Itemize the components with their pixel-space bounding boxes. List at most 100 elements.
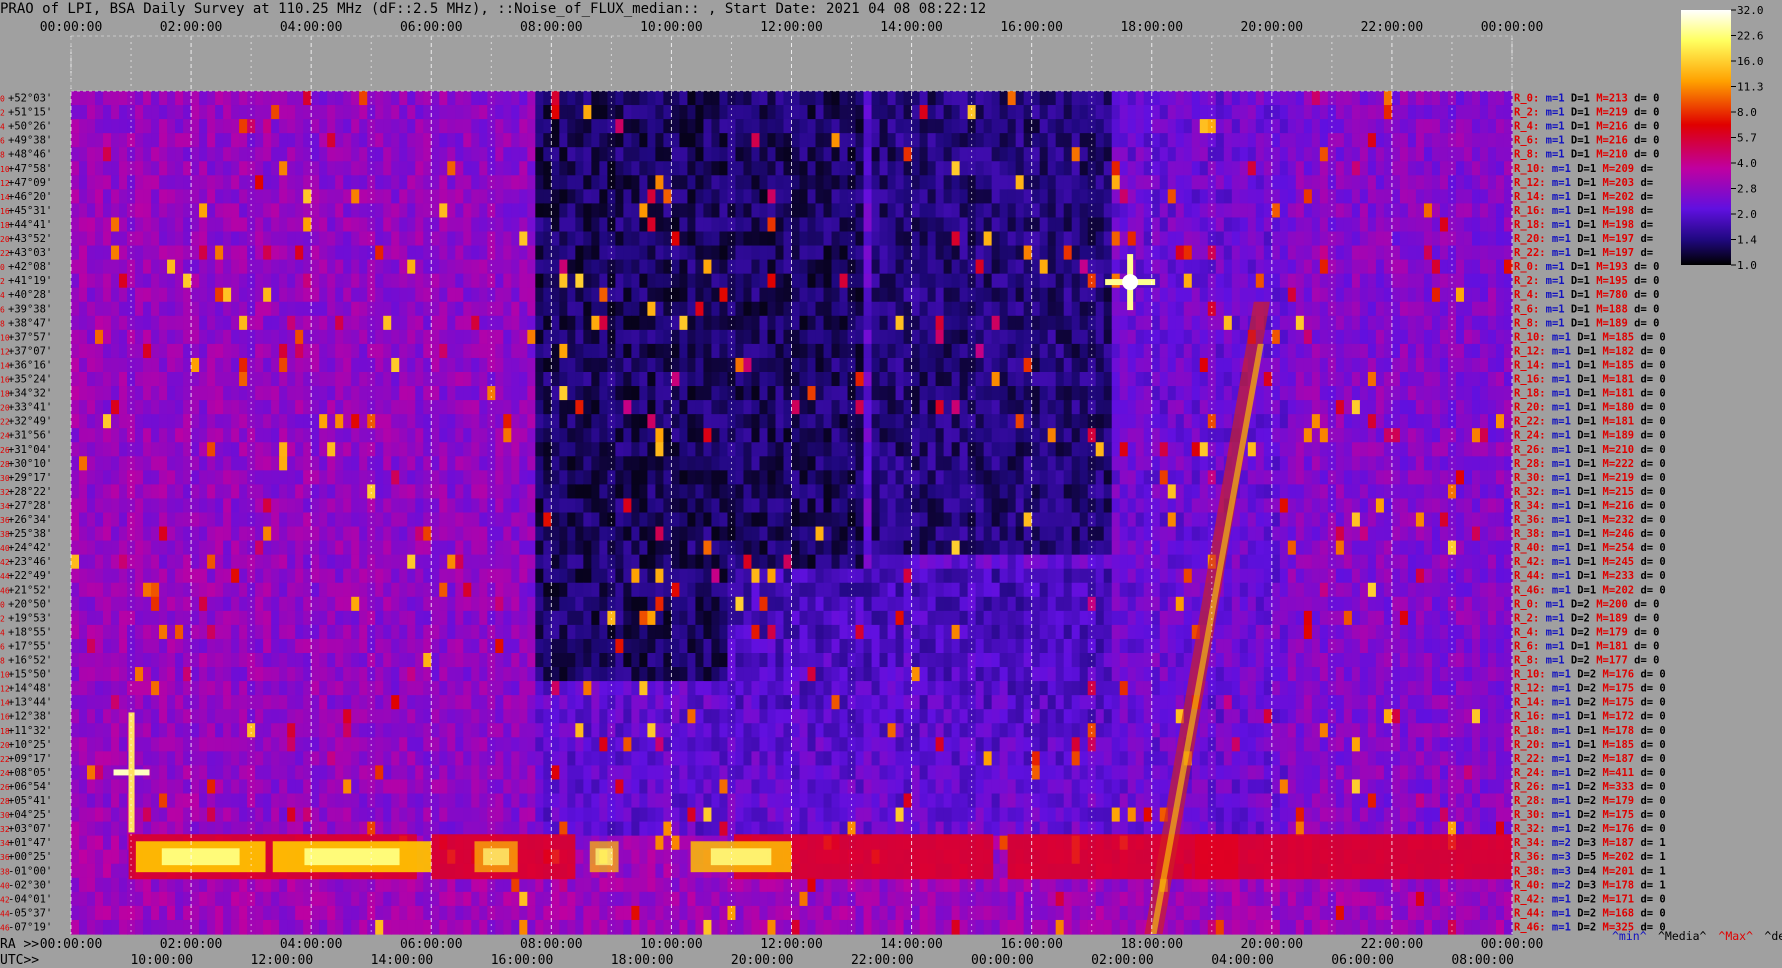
heatmap-cell xyxy=(1295,175,1305,190)
heatmap-cell xyxy=(239,273,248,289)
heatmap-cell xyxy=(1375,287,1385,303)
heatmap-cell xyxy=(1119,133,1129,148)
heatmap-cell xyxy=(503,245,512,261)
heatmap-cell xyxy=(1143,245,1153,261)
heatmap-cell xyxy=(399,470,408,485)
heatmap-cell xyxy=(1159,175,1169,190)
heatmap-cell xyxy=(383,119,392,134)
heatmap-cell xyxy=(1319,287,1329,303)
heatmap-cell xyxy=(1007,147,1017,162)
heatmap-cell xyxy=(631,273,640,289)
heatmap-cell xyxy=(127,105,136,120)
heatmap-cell xyxy=(119,217,128,233)
heatmap-cell xyxy=(1455,133,1465,148)
heatmap-cell xyxy=(767,91,777,106)
heatmap-cell xyxy=(159,273,168,289)
heatmap-cell xyxy=(1071,386,1081,401)
heatmap-cell xyxy=(479,456,488,471)
heatmap-cell xyxy=(231,343,240,359)
heatmap-cell xyxy=(143,400,152,415)
heatmap-cell xyxy=(903,189,913,204)
heatmap-cell xyxy=(1191,428,1201,443)
heatmap-cell xyxy=(1391,161,1401,176)
heatmap-cell xyxy=(359,91,368,106)
heatmap-cell xyxy=(1487,161,1497,176)
heatmap-cell xyxy=(959,315,969,331)
heatmap-cell xyxy=(687,189,697,204)
heatmap-cell xyxy=(1439,259,1449,275)
heatmap-cell xyxy=(671,203,681,219)
heatmap-cell xyxy=(1487,133,1497,148)
heatmap-cell xyxy=(1111,189,1121,204)
heatmap-cell xyxy=(151,147,160,162)
heatmap-cell xyxy=(335,175,344,190)
heatmap-cell xyxy=(551,203,560,219)
heatmap-cell xyxy=(1463,259,1473,275)
heatmap-cell xyxy=(1463,456,1473,471)
heatmap-cell xyxy=(159,442,168,457)
heatmap-cell xyxy=(639,105,648,120)
heatmap-cell xyxy=(895,119,905,134)
heatmap-cell xyxy=(327,119,336,134)
heatmap-cell xyxy=(1487,329,1497,345)
heatmap-cell xyxy=(583,442,592,457)
heatmap-cell xyxy=(199,133,208,148)
heatmap-cell xyxy=(95,133,104,148)
heatmap-cell xyxy=(151,203,160,219)
heatmap-cell xyxy=(415,105,424,120)
heatmap-cell xyxy=(879,414,889,429)
heatmap-cell xyxy=(991,315,1001,331)
heatmap-cell xyxy=(943,91,953,106)
heatmap-cell xyxy=(1111,91,1121,106)
heatmap-cell xyxy=(1367,273,1377,289)
heatmap-cell xyxy=(799,329,809,345)
heatmap-cell xyxy=(711,414,721,429)
heatmap-cell xyxy=(871,91,881,106)
heatmap-cell xyxy=(1279,315,1289,331)
heatmap-cell xyxy=(1271,217,1281,233)
heatmap-cell xyxy=(871,147,881,162)
heatmap-cell xyxy=(1471,189,1481,204)
heatmap-cell xyxy=(1087,147,1097,162)
heatmap-cell xyxy=(423,189,432,204)
heatmap-cell xyxy=(639,245,648,261)
heatmap-cell xyxy=(599,161,608,176)
heatmap-cell xyxy=(903,203,913,219)
heatmap-cell xyxy=(815,147,825,162)
heatmap-cell xyxy=(431,119,440,134)
heatmap-cell xyxy=(687,147,697,162)
heatmap-cell xyxy=(799,442,809,457)
heatmap-cell xyxy=(447,203,456,219)
heatmap-cell xyxy=(919,442,929,457)
heatmap-cell xyxy=(191,105,200,120)
heatmap-cell xyxy=(1023,287,1033,303)
heatmap-cell xyxy=(519,203,528,219)
heatmap-cell xyxy=(807,133,817,148)
heatmap-cell xyxy=(471,414,480,429)
heatmap-cell xyxy=(1135,400,1145,415)
heatmap-cell xyxy=(647,372,657,387)
heatmap-cell xyxy=(391,161,400,176)
heatmap-cell xyxy=(711,161,721,176)
heatmap-cell xyxy=(1471,301,1481,317)
heatmap-cell xyxy=(199,329,208,345)
heatmap-cell xyxy=(511,470,520,485)
heatmap-cell xyxy=(1127,357,1137,373)
heatmap-cell xyxy=(1183,414,1193,429)
heatmap-cell xyxy=(407,105,416,120)
heatmap-cell xyxy=(279,133,288,148)
heatmap-cell xyxy=(175,386,184,401)
heatmap-cell xyxy=(679,343,689,359)
heatmap-cell xyxy=(111,343,120,359)
heatmap-cell xyxy=(623,442,632,457)
heatmap-cell xyxy=(1391,203,1401,219)
heatmap-cell xyxy=(455,245,464,261)
heatmap-cell xyxy=(1063,161,1073,176)
heatmap-cell xyxy=(1351,175,1361,190)
heatmap-cell xyxy=(1383,245,1393,261)
heatmap-cell xyxy=(991,245,1001,261)
heatmap-cell xyxy=(751,133,761,148)
heatmap-cell xyxy=(639,400,648,415)
heatmap-cell xyxy=(879,245,889,261)
heatmap-cell xyxy=(1415,91,1425,106)
